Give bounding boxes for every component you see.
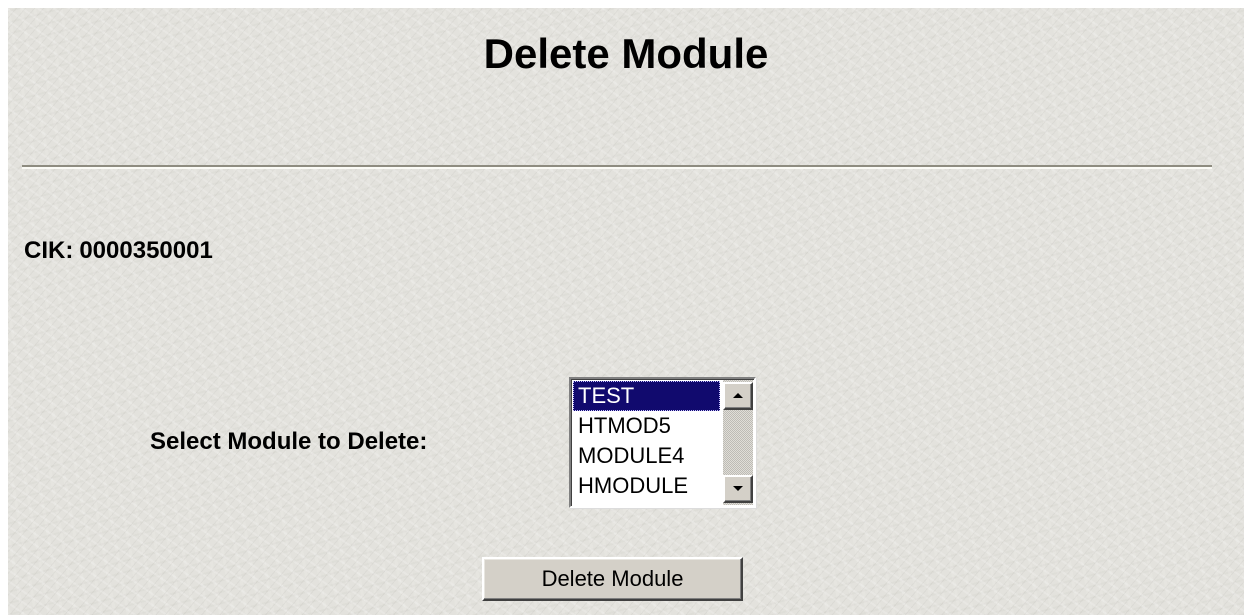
cik-value: 0000350001: [79, 237, 213, 264]
scroll-down-arrow-icon: [733, 485, 743, 491]
scroll-down-button[interactable]: [723, 475, 753, 503]
page-title: Delete Module: [483, 30, 769, 77]
module-listbox-options: TEST HTMOD5 MODULE4 HMODULE: [573, 381, 720, 504]
module-option-hmodule[interactable]: HMODULE: [573, 471, 720, 501]
scroll-up-button[interactable]: [723, 382, 753, 410]
module-option-htmod5[interactable]: HTMOD5: [573, 411, 720, 441]
horizontal-divider: [22, 165, 1212, 169]
cik-label: CIK:: [24, 237, 74, 264]
select-module-label: Select Module to Delete:: [150, 428, 428, 455]
scroll-up-arrow-icon: [733, 392, 743, 398]
cik-line: CIK: 0000350001: [24, 236, 213, 266]
delete-module-button[interactable]: Delete Module: [482, 557, 743, 601]
page-background: Delete Module CIK: 0000350001 Select Modu…: [8, 8, 1244, 615]
module-option-module4[interactable]: MODULE4: [573, 441, 720, 471]
module-listbox[interactable]: TEST HTMOD5 MODULE4 HMODULE: [569, 377, 756, 508]
module-option-test[interactable]: TEST: [573, 381, 720, 411]
listbox-scrollbar[interactable]: [723, 380, 753, 505]
